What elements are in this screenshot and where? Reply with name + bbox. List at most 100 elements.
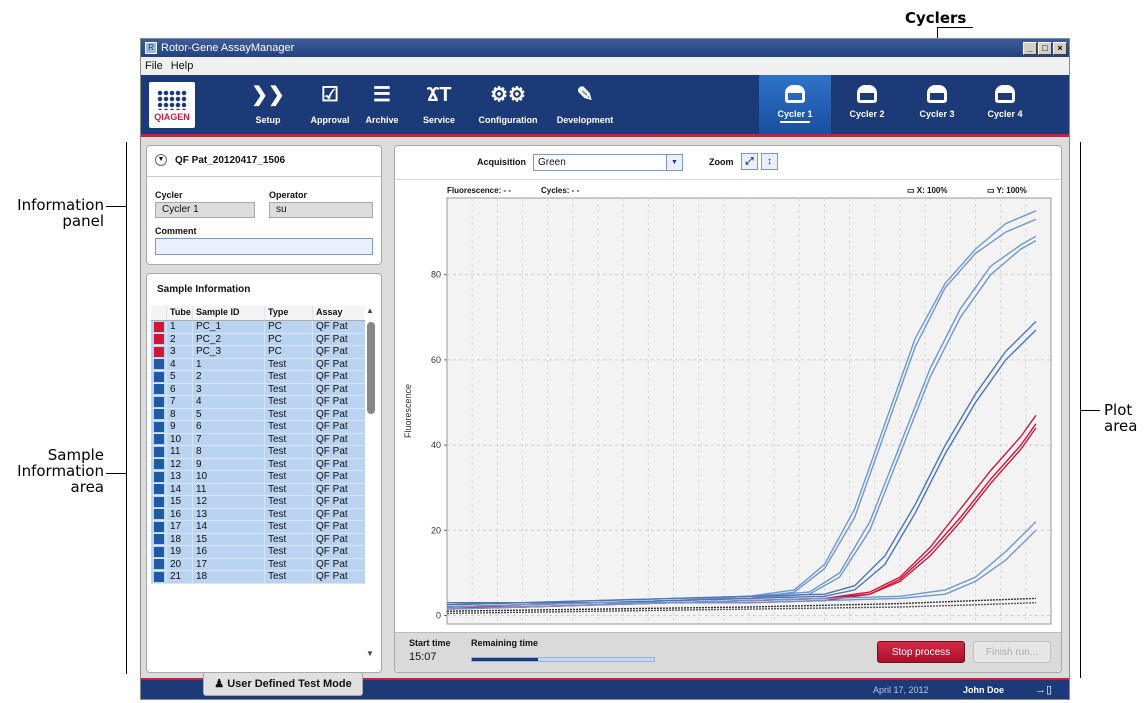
table-row[interactable]: 4 1 Test QF Pat (151, 358, 367, 371)
menu-file[interactable]: File (145, 60, 163, 72)
remaining-time-progress-fill (472, 658, 538, 661)
scroll-up-icon[interactable]: ▲ (366, 306, 374, 315)
row-assay: QF Pat (313, 546, 367, 558)
row-assay: QF Pat (313, 421, 367, 433)
cycler-tab-3[interactable]: Cycler 3 (901, 75, 973, 134)
table-row[interactable]: 11 8 Test QF Pat (151, 446, 367, 459)
table-row[interactable]: 5 2 Test QF Pat (151, 371, 367, 384)
sample-table-scrollbar[interactable]: ▲ ▼ (365, 306, 377, 658)
minimize-button[interactable]: _ (1023, 41, 1037, 55)
acquisition-select[interactable]: Green ▼ (533, 154, 683, 171)
close-button[interactable]: × (1053, 41, 1067, 55)
experiment-name: QF Pat_20120417_1506 (175, 154, 286, 166)
table-row[interactable]: 21 18 Test QF Pat (151, 571, 367, 584)
maximize-button[interactable]: □ (1038, 41, 1052, 55)
callout-plot-line (1080, 410, 1100, 411)
y-tick-label: 0 (436, 610, 441, 620)
tool-setup[interactable]: ❯❯ Setup (233, 81, 303, 125)
stop-process-button[interactable]: Stop process (877, 641, 965, 663)
cycler-4-label: Cycler 4 (987, 109, 1023, 119)
header-sample-id[interactable]: Sample ID (193, 306, 265, 320)
callout-sample-line1: Sample (47, 446, 104, 464)
table-row[interactable]: 12 9 Test QF Pat (151, 458, 367, 471)
zoom-vertical-icon[interactable]: ↕ (761, 153, 778, 170)
row-sample-id: 16 (193, 546, 265, 558)
row-type: Test (265, 546, 313, 558)
table-row[interactable]: 13 10 Test QF Pat (151, 471, 367, 484)
table-row[interactable]: 17 14 Test QF Pat (151, 521, 367, 534)
callout-plot-line1: Plot (1104, 401, 1133, 419)
row-color-cell (151, 346, 167, 358)
row-type: PC (265, 321, 313, 333)
table-row[interactable]: 6 3 Test QF Pat (151, 383, 367, 396)
window-controls: _ □ × (1023, 41, 1067, 55)
scroll-down-icon[interactable]: ▼ (366, 649, 374, 658)
cycler-tab-2[interactable]: Cycler 2 (831, 75, 903, 134)
header-tube[interactable]: Tube (167, 306, 193, 320)
table-row[interactable]: 8 5 Test QF Pat (151, 408, 367, 421)
service-tools-icon: ϪT (426, 84, 452, 106)
table-row[interactable]: 1 PC_1 PC QF Pat (151, 321, 367, 334)
cycler-label: Cycler (155, 190, 183, 200)
table-row[interactable]: 10 7 Test QF Pat (151, 433, 367, 446)
row-color-cell (151, 521, 167, 533)
menu-help[interactable]: Help (171, 60, 194, 72)
finish-run-button[interactable]: Finish run... (973, 641, 1051, 663)
header-assay[interactable]: Assay (313, 306, 367, 320)
callout-cyclers: Cyclers (905, 9, 967, 27)
tool-service[interactable]: ϪT Service (404, 81, 474, 125)
zoom-fit-icon[interactable]: ⤢ (741, 153, 758, 170)
row-tube: 18 (167, 533, 193, 545)
qiagen-logo: QIAGEN (149, 82, 195, 128)
table-row[interactable]: 18 15 Test QF Pat (151, 533, 367, 546)
callout-plot-bracket (1080, 142, 1081, 678)
table-row[interactable]: 14 11 Test QF Pat (151, 483, 367, 496)
cycler-1-label: Cycler 1 (777, 109, 813, 119)
test-mode-label: User Defined Test Mode (227, 678, 352, 690)
tool-development[interactable]: ✎ Development (550, 81, 620, 125)
row-tube: 7 (167, 396, 193, 408)
comment-input[interactable] (155, 238, 373, 255)
row-sample-id: PC_1 (193, 321, 265, 333)
cycler-tab-4[interactable]: Cycler 4 (969, 75, 1041, 134)
amplification-chart[interactable]: 0 20 40 60 80 Fluorescence (395, 194, 1063, 634)
row-tube: 20 (167, 558, 193, 570)
scroll-thumb[interactable] (367, 322, 375, 414)
table-row[interactable]: 20 17 Test QF Pat (151, 558, 367, 571)
row-sample-id: 14 (193, 521, 265, 533)
tube-color-swatch (154, 359, 164, 370)
test-mode-tab[interactable]: ♟ User Defined Test Mode (203, 672, 363, 696)
tool-configuration[interactable]: ⚙⚙ Configuration (473, 81, 543, 125)
table-row[interactable]: 3 PC_3 PC QF Pat (151, 346, 367, 359)
row-assay: QF Pat (313, 433, 367, 445)
header-type[interactable]: Type (265, 306, 313, 320)
tube-color-swatch (154, 546, 164, 557)
cycler-tab-1[interactable]: Cycler 1 (759, 75, 831, 134)
logout-icon[interactable]: →▯ (1035, 683, 1052, 696)
row-tube: 8 (167, 408, 193, 420)
row-type: Test (265, 446, 313, 458)
row-assay: QF Pat (313, 446, 367, 458)
tool-setup-label: Setup (255, 115, 281, 125)
table-row[interactable]: 7 4 Test QF Pat (151, 396, 367, 409)
main-content: ▼ QF Pat_20120417_1506 Cycler Cycler 1 O… (141, 140, 1069, 680)
row-color-cell (151, 333, 167, 345)
table-row[interactable]: 9 6 Test QF Pat (151, 421, 367, 434)
row-assay: QF Pat (313, 521, 367, 533)
row-tube: 5 (167, 371, 193, 383)
row-sample-id: 7 (193, 433, 265, 445)
operator-label: Operator (269, 190, 308, 200)
row-type: Test (265, 383, 313, 395)
row-color-cell (151, 546, 167, 558)
table-row[interactable]: 16 13 Test QF Pat (151, 508, 367, 521)
callout-sample-line (106, 473, 126, 474)
row-tube: 4 (167, 358, 193, 370)
row-sample-id: PC_3 (193, 346, 265, 358)
setup-chevrons-icon: ❯❯ (251, 84, 285, 106)
table-row[interactable]: 15 12 Test QF Pat (151, 496, 367, 509)
collapse-chevron-icon[interactable]: ▼ (155, 154, 167, 166)
callout-sample-information-area: Sample Information area (6, 447, 104, 495)
table-row[interactable]: 19 16 Test QF Pat (151, 546, 367, 559)
header-color (151, 306, 167, 320)
table-row[interactable]: 2 PC_2 PC QF Pat (151, 333, 367, 346)
